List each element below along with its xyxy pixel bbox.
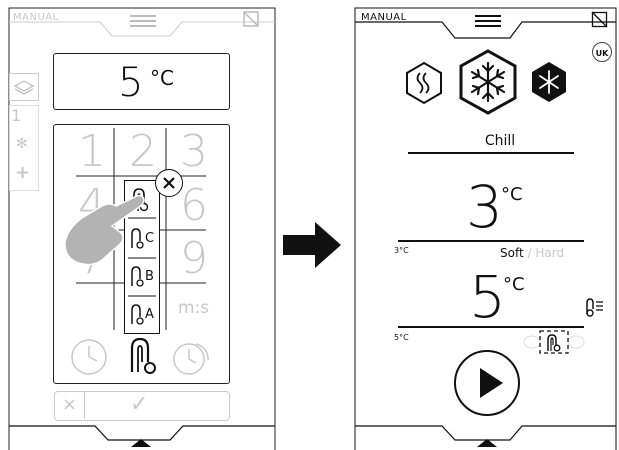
program-name[interactable]: Chill xyxy=(470,133,530,149)
air-temperature-value[interactable]: 3 xyxy=(466,178,503,236)
chill-type-selector[interactable]: Soft / Hard xyxy=(500,246,564,260)
program-underline xyxy=(408,152,574,154)
core-temperature-value[interactable]: 5 xyxy=(469,268,506,326)
probe-settings-icon[interactable] xyxy=(584,296,604,318)
air-temperature-unit: °C xyxy=(501,184,523,205)
heat-mode-icon[interactable] xyxy=(404,61,444,105)
menu-icon[interactable] xyxy=(475,14,501,28)
core-setpoint: 5°C xyxy=(394,333,409,342)
core-temperature-bar xyxy=(398,326,584,328)
air-temperature-bar xyxy=(398,240,584,242)
start-button[interactable] xyxy=(454,350,520,416)
air-setpoint: 3°C xyxy=(394,246,409,255)
language-code: UK xyxy=(595,49,609,58)
chill-mode-icon[interactable] xyxy=(458,49,518,115)
play-icon xyxy=(480,368,503,398)
right-screen-frame xyxy=(354,7,617,450)
core-temperature-unit: °C xyxy=(503,274,525,295)
language-badge[interactable]: UK xyxy=(592,42,612,62)
no-signal-icon xyxy=(591,11,608,28)
mode-label: MANUAL xyxy=(361,12,407,23)
soft-option[interactable]: Soft xyxy=(500,246,524,260)
chill-type-separator: / xyxy=(527,246,532,260)
hard-option[interactable]: Hard xyxy=(535,246,564,260)
freeze-mode-icon[interactable] xyxy=(529,60,569,104)
core-probe-icon xyxy=(544,333,564,353)
